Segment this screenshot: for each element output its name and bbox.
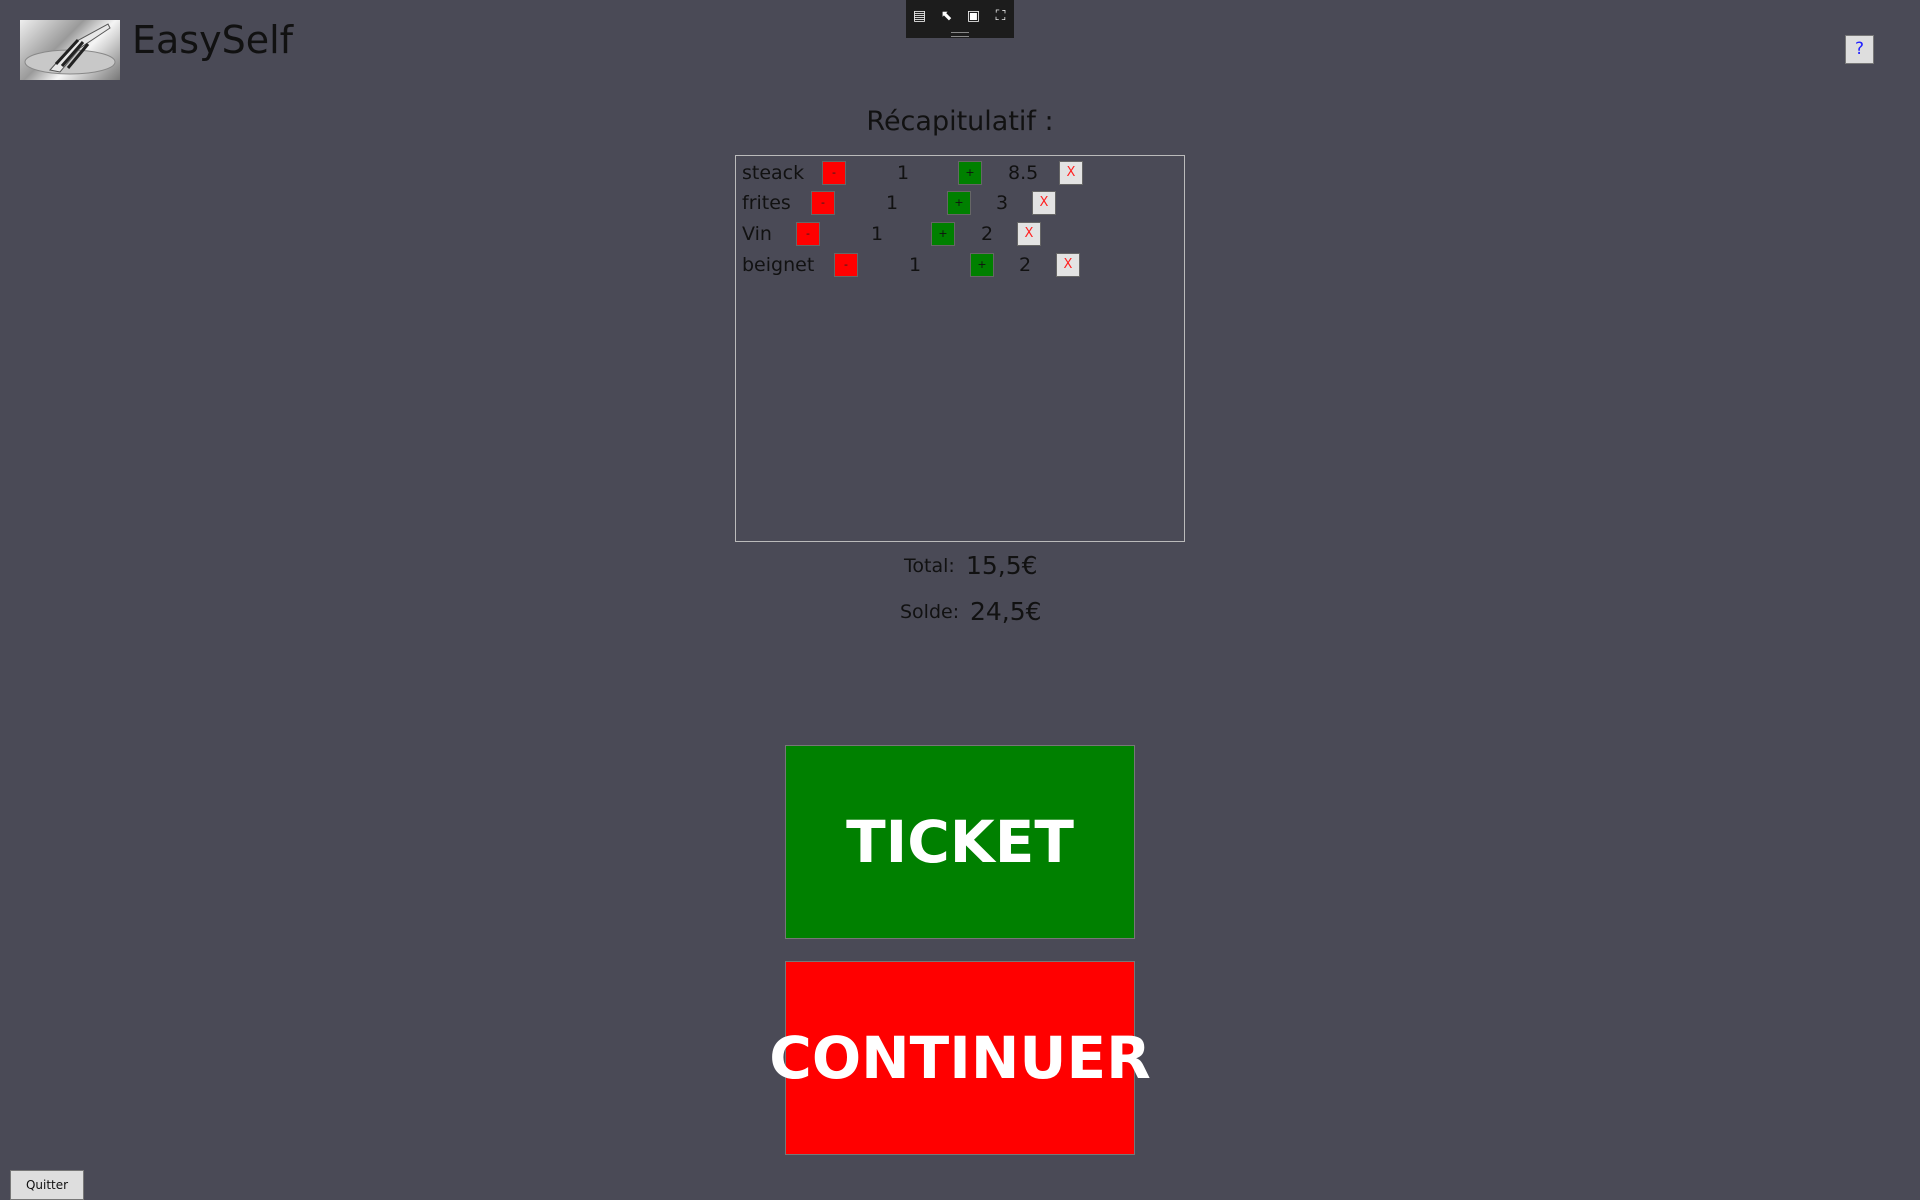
quit-button[interactable]: Quitter	[10, 1170, 84, 1200]
track-focus-icon[interactable]: ⛶	[991, 6, 1011, 26]
item-quantity: 1	[897, 162, 910, 184]
inspect-tree-icon[interactable]: ▤	[910, 6, 930, 26]
help-button[interactable]: ?	[1845, 35, 1874, 64]
debug-toolbar: ▤ ⬉ ▣ ⛶	[906, 0, 1014, 38]
continue-button[interactable]: CONTINUER	[769, 961, 1151, 1155]
increase-button[interactable]: +	[947, 191, 971, 215]
item-name: Vin	[742, 223, 772, 245]
item-quantity: 1	[909, 254, 922, 276]
fork-icon	[24, 23, 116, 75]
item-price: 2	[1019, 254, 1032, 276]
remove-button[interactable]: X	[1056, 253, 1080, 277]
select-element-icon[interactable]: ⬉	[937, 6, 957, 26]
item-price: 8.5	[1008, 162, 1039, 184]
display-layout-icon[interactable]: ▣	[964, 6, 984, 26]
remove-button[interactable]: X	[1032, 191, 1056, 215]
remove-button[interactable]: X	[1059, 161, 1083, 185]
item-name: steack	[742, 162, 805, 184]
solde-label: Solde:	[900, 601, 960, 623]
item-name: frites	[742, 192, 791, 214]
app-title: EasySelf	[132, 18, 294, 62]
increase-button[interactable]: +	[970, 253, 994, 277]
decrease-button[interactable]: -	[834, 253, 858, 277]
increase-button[interactable]: +	[931, 222, 955, 246]
solde-value: 24,5€	[970, 597, 1042, 626]
decrease-button[interactable]: -	[811, 191, 835, 215]
ticket-button[interactable]: TICKET	[785, 745, 1135, 939]
remove-button[interactable]: X	[1017, 222, 1041, 246]
total-label: Total:	[904, 555, 955, 577]
item-price: 3	[996, 192, 1009, 214]
item-name: beignet	[742, 254, 815, 276]
item-price: 2	[981, 223, 994, 245]
decrease-button[interactable]: -	[822, 161, 846, 185]
total-value: 15,5€	[966, 551, 1038, 580]
app-logo	[20, 20, 120, 80]
recap-title: Récapitulatif :	[866, 106, 1054, 137]
toolbar-grip[interactable]	[951, 32, 969, 37]
item-quantity: 1	[871, 223, 884, 245]
increase-button[interactable]: +	[958, 161, 982, 185]
item-quantity: 1	[886, 192, 899, 214]
decrease-button[interactable]: -	[796, 222, 820, 246]
